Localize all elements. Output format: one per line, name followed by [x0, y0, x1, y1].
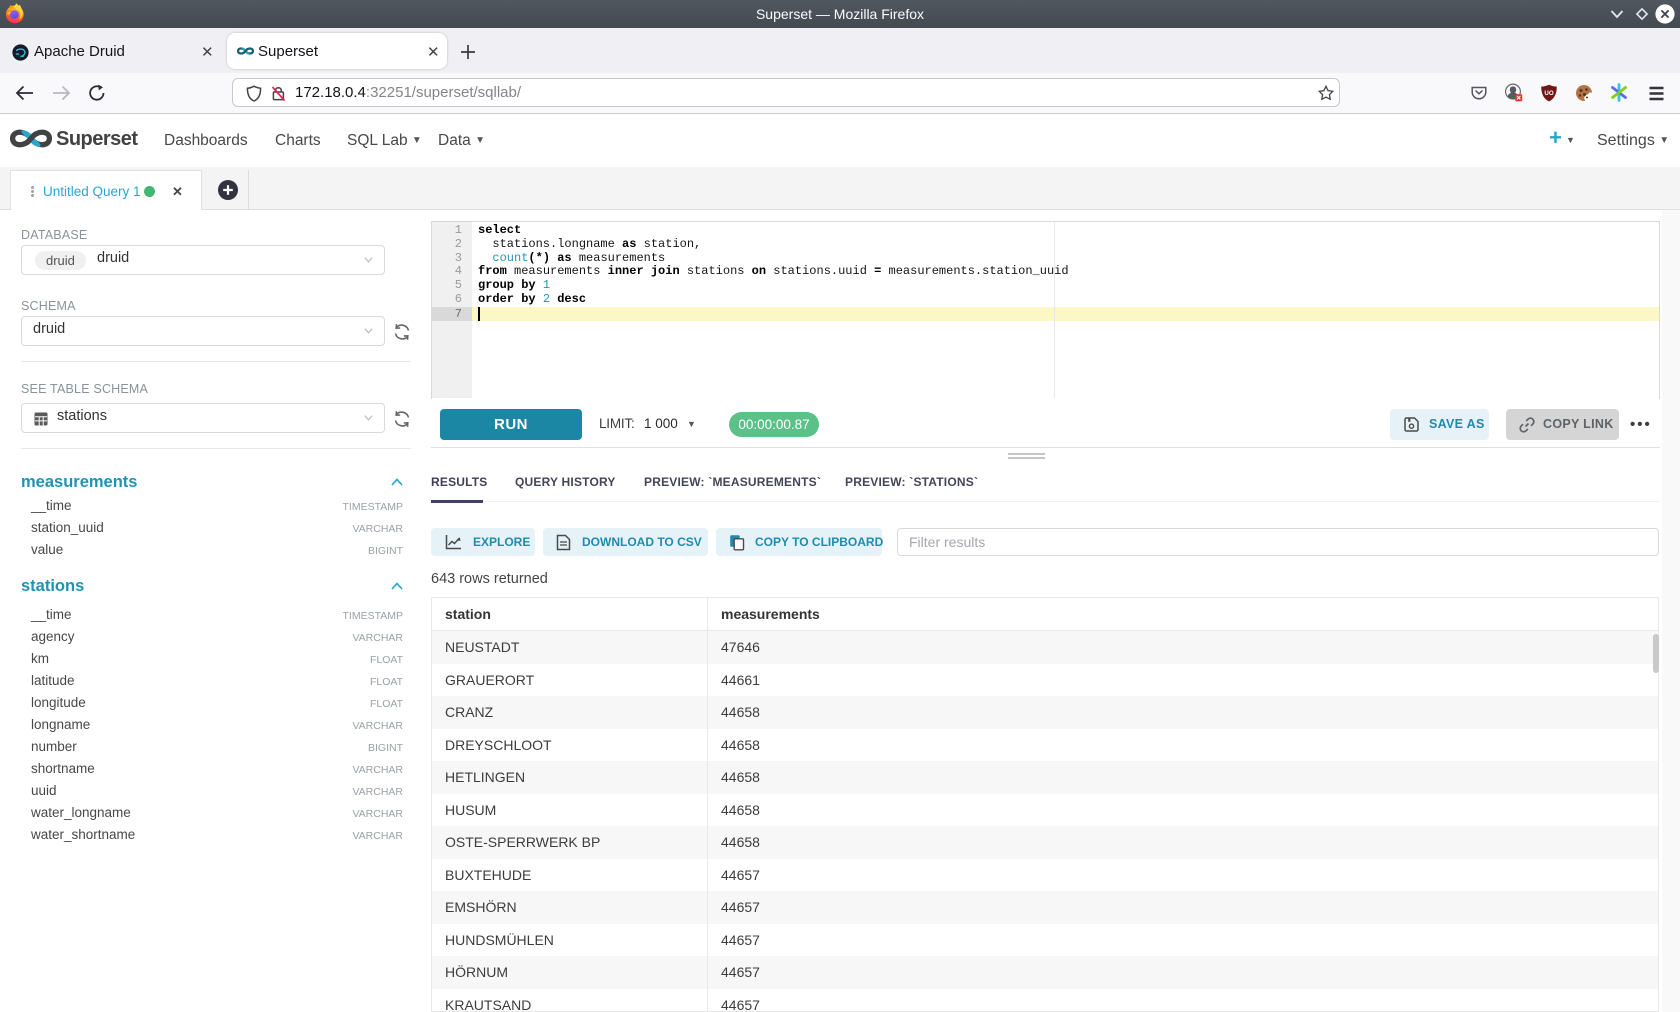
svg-text:UO: UO	[1544, 90, 1553, 97]
